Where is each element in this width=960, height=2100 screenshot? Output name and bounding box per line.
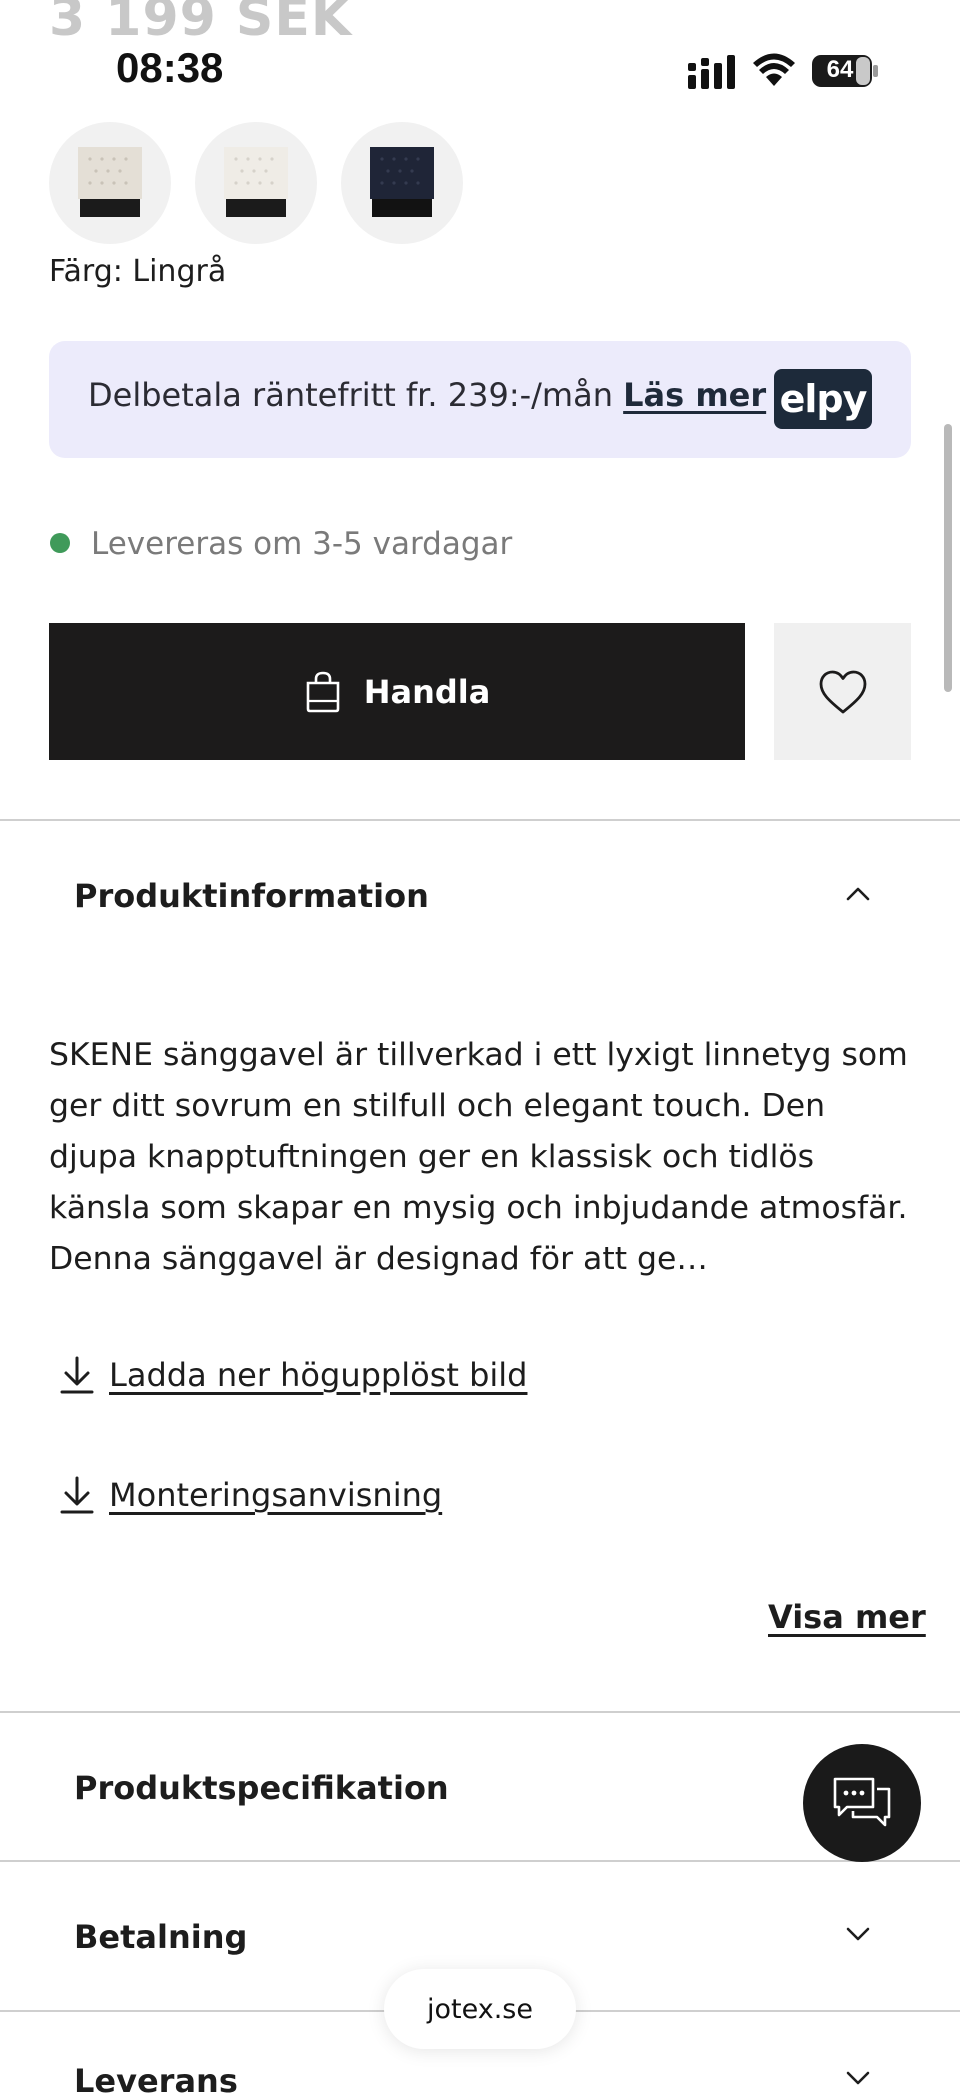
product-description: SKENE sänggavel är tillverkad i ett lyxi…: [49, 1037, 908, 1277]
headboard-lingra-icon: [78, 147, 142, 217]
color-swatch-lingra[interactable]: [49, 122, 171, 244]
delivery-status-dot: [50, 533, 70, 553]
chevron-up-icon[interactable]: [844, 884, 872, 904]
status-time: 08:38: [116, 44, 224, 91]
chat-button[interactable]: [803, 1744, 921, 1862]
download-icon: [60, 1356, 94, 1394]
headboard-navy-icon: [370, 147, 434, 217]
financing-text-row: Delbetala räntefritt fr. 239:-/mån Läs m…: [88, 376, 766, 414]
product-price: 3 199 SEK: [49, 0, 353, 48]
payment-title[interactable]: Betalning: [74, 1918, 247, 1956]
color-swatch-navy[interactable]: [341, 122, 463, 244]
cellular-signal-icon: [688, 55, 735, 89]
show-more-link[interactable]: Visa mer: [768, 1598, 926, 1636]
scrollbar[interactable]: [944, 424, 952, 692]
shopping-bag-icon: [306, 671, 339, 712]
selected-color-label: Färg: Lingrå: [49, 254, 227, 289]
battery-level: 64: [826, 56, 854, 83]
financing-read-more-link[interactable]: Läs mer: [623, 376, 766, 414]
elpy-logo: elpy: [774, 369, 872, 429]
download-icon: [60, 1476, 94, 1514]
download-manual-link[interactable]: Monteringsanvisning: [59, 1475, 442, 1515]
download-manual-label: Monteringsanvisning: [109, 1476, 443, 1514]
color-swatch-offwhite[interactable]: [195, 122, 317, 244]
chevron-down-icon[interactable]: [844, 2068, 872, 2088]
financing-text: Delbetala räntefritt fr. 239:-/mån: [88, 376, 613, 414]
chat-bubbles-icon: [833, 1777, 891, 1827]
heart-icon: [819, 670, 866, 713]
product-spec-title[interactable]: Produktspecifikation: [74, 1769, 449, 1807]
battery-indicator: 64: [812, 55, 878, 87]
headboard-offwhite-icon: [224, 147, 288, 217]
wifi-icon: [753, 53, 795, 86]
chevron-down-icon[interactable]: [844, 1924, 872, 1944]
buy-button[interactable]: Handla: [49, 623, 745, 760]
download-image-label: Ladda ner högupplöst bild: [109, 1356, 528, 1394]
divider: [0, 819, 960, 821]
browser-domain: jotex.se: [427, 1993, 533, 2025]
divider: [0, 1711, 960, 1713]
product-info-title[interactable]: Produktinformation: [74, 877, 429, 915]
delivery-time: Levereras om 3-5 vardagar: [91, 526, 513, 562]
delivery-section-title[interactable]: Leverans: [74, 2062, 238, 2100]
divider: [0, 1860, 960, 1862]
browser-address-pill[interactable]: jotex.se: [384, 1969, 576, 2049]
favorite-button[interactable]: [774, 623, 911, 760]
buy-button-label: Handla: [363, 672, 491, 711]
download-image-link[interactable]: Ladda ner högupplöst bild: [59, 1355, 527, 1395]
